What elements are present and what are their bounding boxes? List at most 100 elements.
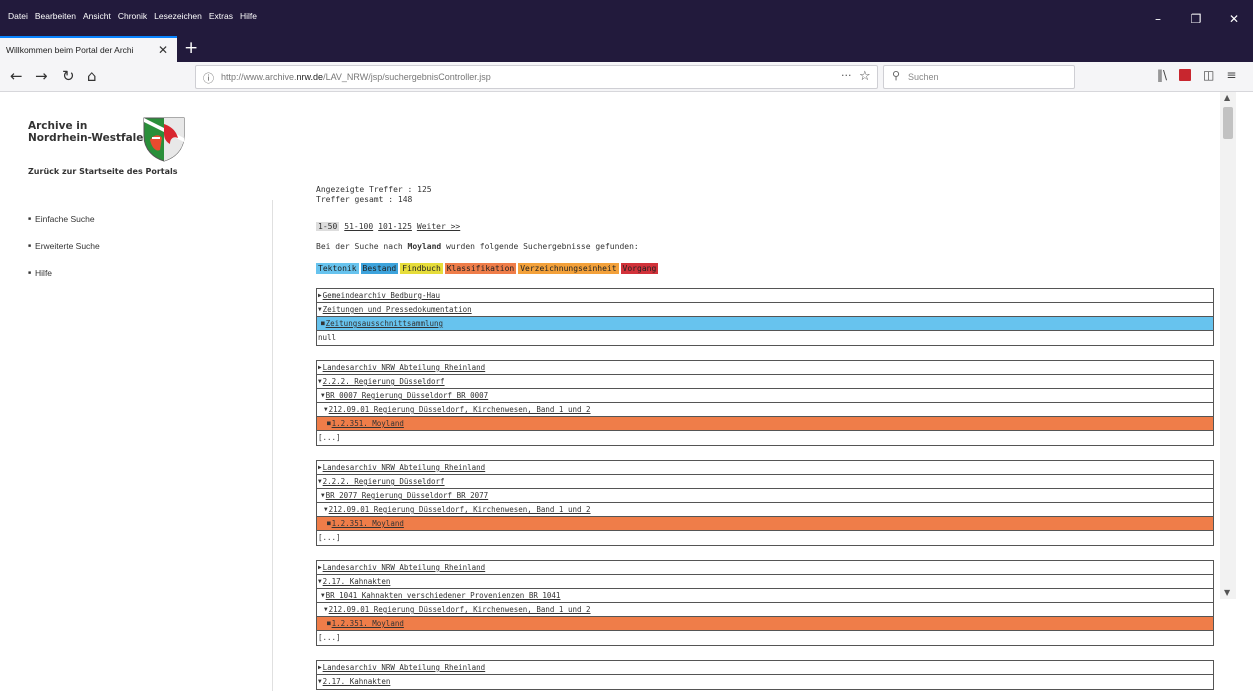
- url-bar[interactable]: ⓘ http://www.archive.nrw.de/LAV_NRW/jsp/…: [195, 65, 878, 89]
- tree-row[interactable]: ▶Landesarchiv NRW Abteilung Rheinland: [317, 561, 1213, 575]
- pdf-extension-icon[interactable]: [1179, 69, 1192, 81]
- menu-item-ansicht[interactable]: Ansicht: [83, 11, 111, 25]
- tree-link[interactable]: 1.2.351. Moyland: [332, 519, 404, 528]
- window-titlebar: Datei Bearbeiten Ansicht Chronik Lesezeichen…: [0, 0, 1253, 62]
- page-actions-icon[interactable]: ···: [841, 69, 852, 82]
- tree-row[interactable]: ▼212.09.01 Regierung Düsseldorf, Kirchen…: [317, 503, 1213, 517]
- tree-row[interactable]: ▼BR 0007 Regierung Düsseldorf BR 0007: [317, 389, 1213, 403]
- tree-text: [...]: [318, 533, 341, 542]
- forward-icon[interactable]: →: [35, 68, 48, 84]
- home-icon[interactable]: ⌂: [87, 68, 97, 84]
- tree-link[interactable]: Zeitungsausschnittsammlung: [326, 319, 443, 328]
- tree-row[interactable]: ▼Zeitungen und Pressedokumentation: [317, 303, 1213, 317]
- tree-row: null: [317, 331, 1213, 345]
- menu-item-extras[interactable]: Extras: [209, 11, 233, 25]
- close-window-icon[interactable]: ✕: [1215, 12, 1253, 26]
- bookmark-star-icon[interactable]: ☆: [859, 69, 871, 84]
- back-icon[interactable]: ←: [10, 68, 23, 84]
- tree-row[interactable]: ▼2.2.2. Regierung Düsseldorf: [317, 375, 1213, 389]
- tab-close-icon[interactable]: ✕: [158, 43, 168, 57]
- sidebar-item-hilfe[interactable]: Hilfe: [28, 268, 100, 278]
- expanded-arrow-icon: ▼: [318, 578, 322, 585]
- browser-tab-active[interactable]: Willkommen beim Portal der Archi ✕: [0, 36, 177, 62]
- result-group: ▶Landesarchiv NRW Abteilung Rheinland ▼2.…: [316, 660, 1214, 690]
- menu-item-lesezeichen[interactable]: Lesezeichen: [154, 11, 202, 25]
- tree-link[interactable]: Landesarchiv NRW Abteilung Rheinland: [323, 363, 486, 372]
- tree-row[interactable]: ▶Landesarchiv NRW Abteilung Rheinland: [317, 361, 1213, 375]
- legend-klassifikation: Klassifikation: [444, 263, 517, 274]
- menu-item-hilfe[interactable]: Hilfe: [240, 11, 257, 25]
- tree-link[interactable]: 2.17. Kahnakten: [323, 577, 391, 586]
- result-group: ▶Gemeindearchiv Bedburg-Hau ▼Zeitungen un…: [316, 288, 1214, 346]
- tree-row[interactable]: ■1.2.351. Moyland: [317, 417, 1213, 431]
- tree-row[interactable]: ▶Landesarchiv NRW Abteilung Rheinland: [317, 661, 1213, 675]
- tree-link[interactable]: Landesarchiv NRW Abteilung Rheinland: [323, 463, 486, 472]
- next-page-link[interactable]: Weiter >>: [417, 222, 460, 231]
- page-scrollbar[interactable]: ▲ ▼: [1220, 92, 1236, 599]
- expanded-arrow-icon: ▼: [324, 406, 328, 413]
- tree-link[interactable]: 1.2.351. Moyland: [332, 619, 404, 628]
- tree-link[interactable]: Zeitungen und Pressedokumentation: [323, 305, 472, 314]
- tree-link[interactable]: BR 1041 Kahnakten verschiedener Provenie…: [326, 591, 561, 600]
- menu-item-chronik[interactable]: Chronik: [118, 11, 147, 25]
- menu-item-bearbeiten[interactable]: Bearbeiten: [35, 11, 76, 25]
- tree-link[interactable]: BR 2077 Regierung Düsseldorf BR 2077: [326, 491, 489, 500]
- tree-row: [...]: [317, 431, 1213, 445]
- url-text[interactable]: http://www.archive.nrw.de/LAV_NRW/jsp/su…: [221, 72, 491, 82]
- search-results: Angezeigte Treffer : 125 Treffer gesamt …: [316, 185, 1214, 691]
- tree-row[interactable]: ■Zeitungsausschnittsammlung: [317, 317, 1213, 331]
- sidebar-item-einfache-suche[interactable]: Einfache Suche: [28, 214, 100, 224]
- tree-link[interactable]: 212.09.01 Regierung Düsseldorf, Kirchenw…: [329, 405, 591, 414]
- search-input[interactable]: ⚲ Suchen: [883, 65, 1075, 89]
- portal-logo[interactable]: Archive in Nordrhein-Westfalen: [28, 117, 185, 162]
- reload-icon[interactable]: ↻: [62, 68, 75, 84]
- menu-item-datei[interactable]: Datei: [8, 11, 28, 25]
- tree-row[interactable]: ▼212.09.01 Regierung Düsseldorf, Kirchen…: [317, 603, 1213, 617]
- scrollbar-thumb[interactable]: [1223, 107, 1233, 139]
- tree-row[interactable]: ▼2.2.2. Regierung Düsseldorf: [317, 475, 1213, 489]
- tree-row[interactable]: ▼BR 2077 Regierung Düsseldorf BR 2077: [317, 489, 1213, 503]
- tree-link[interactable]: 2.17. Kahnakten: [323, 677, 391, 686]
- hamburger-menu-icon[interactable]: ≡: [1226, 68, 1236, 82]
- sidebar-item-erweiterte-suche[interactable]: Erweiterte Suche: [28, 241, 100, 251]
- scroll-up-icon[interactable]: ▲: [1224, 93, 1230, 102]
- tree-row[interactable]: ▶Gemeindearchiv Bedburg-Hau: [317, 289, 1213, 303]
- tree-link[interactable]: Landesarchiv NRW Abteilung Rheinland: [323, 563, 486, 572]
- tree-row[interactable]: ▼BR 1041 Kahnakten verschiedener Proveni…: [317, 589, 1213, 603]
- bullet-icon: ■: [327, 420, 331, 427]
- sidebar-toggle-icon[interactable]: ◫: [1203, 68, 1214, 82]
- bullet-icon: ■: [321, 320, 325, 327]
- tree-row[interactable]: ■1.2.351. Moyland: [317, 517, 1213, 531]
- tree-link[interactable]: 2.2.2. Regierung Düsseldorf: [323, 377, 445, 386]
- info-icon[interactable]: ⓘ: [203, 70, 214, 86]
- result-groups: ▶Gemeindearchiv Bedburg-Hau ▼Zeitungen un…: [316, 288, 1214, 690]
- tree-link[interactable]: 1.2.351. Moyland: [332, 419, 404, 428]
- tree-link[interactable]: 212.09.01 Regierung Düsseldorf, Kirchenw…: [329, 605, 591, 614]
- maximize-icon[interactable]: ❐: [1177, 12, 1215, 26]
- collapsed-arrow-icon: ▶: [318, 292, 322, 299]
- tree-row[interactable]: ▼212.09.01 Regierung Düsseldorf, Kirchen…: [317, 403, 1213, 417]
- home-portal-link[interactable]: Zurück zur Startseite des Portals: [28, 167, 178, 176]
- collapsed-arrow-icon: ▶: [318, 464, 322, 471]
- tree-row[interactable]: ▼2.17. Kahnakten: [317, 675, 1213, 689]
- scroll-down-icon[interactable]: ▼: [1224, 588, 1230, 597]
- expanded-arrow-icon: ▼: [321, 392, 325, 399]
- shown-hits: Angezeigte Treffer : 125: [316, 185, 432, 194]
- tree-link[interactable]: Landesarchiv NRW Abteilung Rheinland: [323, 663, 486, 672]
- tree-row[interactable]: ▶Landesarchiv NRW Abteilung Rheinland: [317, 461, 1213, 475]
- nrw-crest-icon: [143, 117, 185, 162]
- tree-link[interactable]: BR 0007 Regierung Düsseldorf BR 0007: [326, 391, 489, 400]
- toolbar-icons: ‖\ ◫ ≡: [1157, 68, 1236, 82]
- new-tab-icon[interactable]: +: [184, 38, 198, 58]
- tree-link[interactable]: Gemeindearchiv Bedburg-Hau: [323, 291, 440, 300]
- legend-bestand: Bestand: [360, 263, 399, 274]
- page-content: Archive in Nordrhein-Westfalen Zurück zu…: [0, 92, 1253, 691]
- page-link-51-100[interactable]: 51-100: [344, 222, 373, 231]
- page-link-101-125[interactable]: 101-125: [378, 222, 412, 231]
- tree-link[interactable]: 2.2.2. Regierung Düsseldorf: [323, 477, 445, 486]
- library-icon[interactable]: ‖\: [1157, 68, 1167, 82]
- minimize-icon[interactable]: –: [1139, 12, 1177, 26]
- tree-link[interactable]: 212.09.01 Regierung Düsseldorf, Kirchenw…: [329, 505, 591, 514]
- tree-row[interactable]: ▼2.17. Kahnakten: [317, 575, 1213, 589]
- tree-row[interactable]: ■1.2.351. Moyland: [317, 617, 1213, 631]
